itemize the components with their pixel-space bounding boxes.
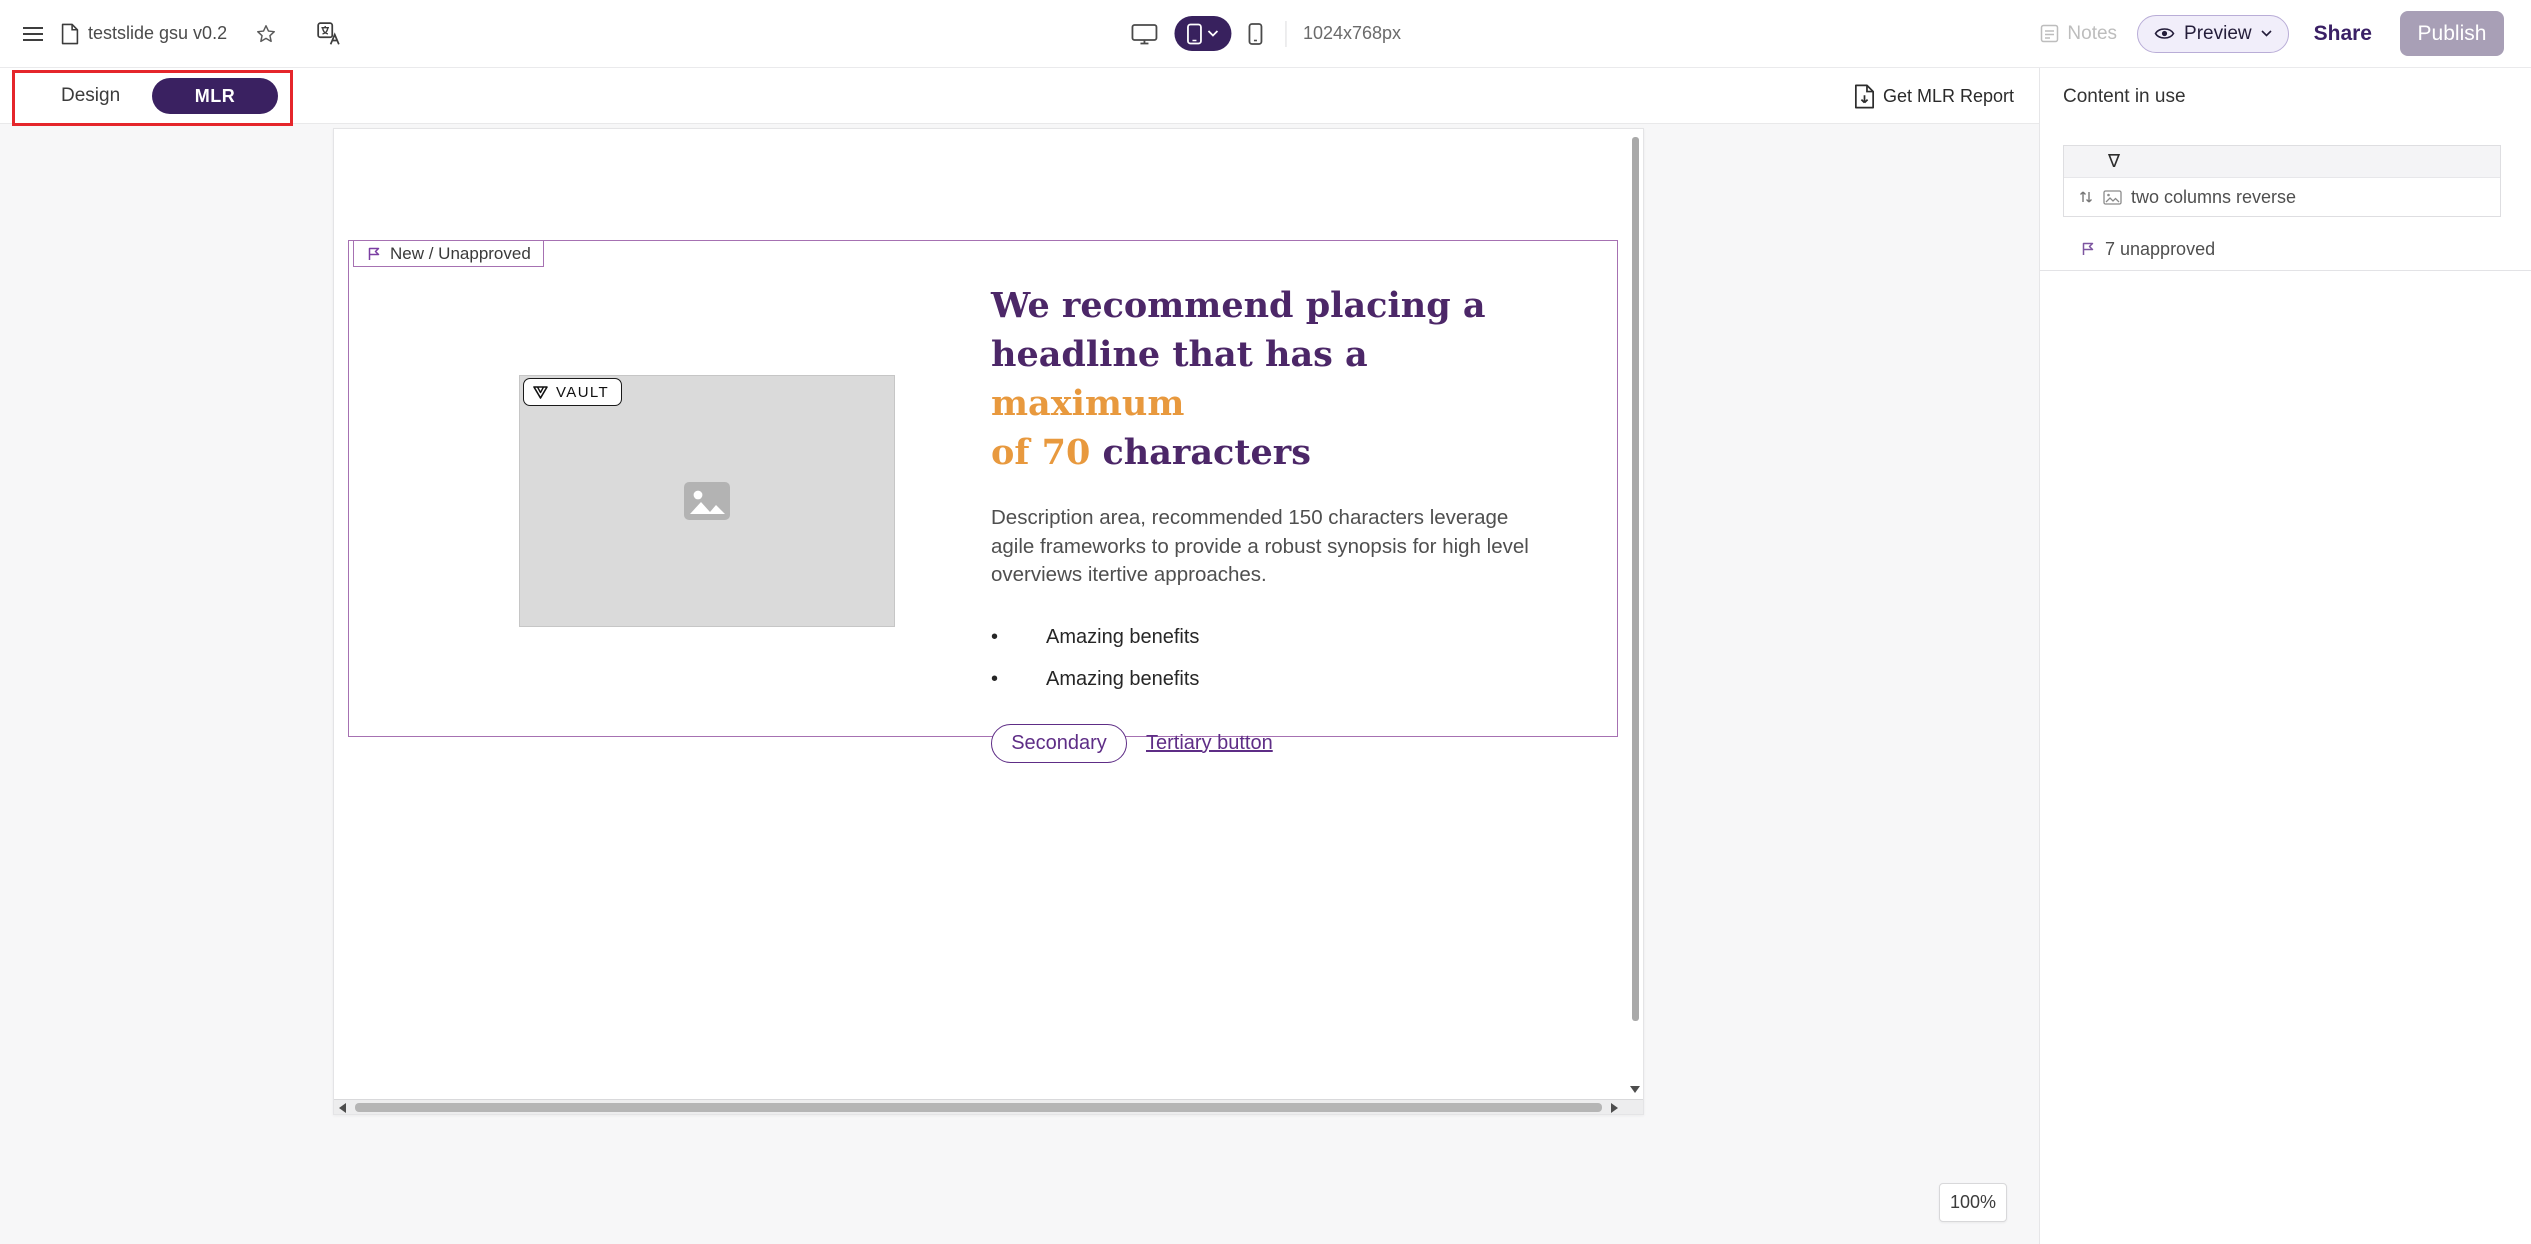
swap-vertical-icon [2078, 189, 2094, 205]
module-row[interactable]: two columns reverse [2064, 178, 2500, 216]
device-dimensions-label: 1024x768px [1303, 23, 1401, 44]
status-badge-label: New / Unapproved [390, 244, 531, 264]
image-placeholder[interactable]: VAULT [519, 375, 895, 627]
vault-tag[interactable]: VAULT [523, 378, 622, 406]
description-line: Description area, recommended 150 charac… [991, 504, 1561, 533]
headline-line: headline that has a maximum [991, 330, 1561, 428]
slide-text-column: We recommend placing a headline that has… [991, 281, 1561, 763]
topbar-left-group: testslide gsu v0.2 [21, 0, 342, 67]
headline-line: We recommend placing a [991, 281, 1561, 330]
scroll-down-arrow-icon[interactable] [1630, 1086, 1640, 1093]
page-title: testslide gsu v0.2 [88, 23, 227, 44]
chevron-down-icon [1207, 30, 1218, 37]
module-name-label: two columns reverse [2131, 187, 2296, 208]
preview-label: Preview [2184, 23, 2252, 45]
publish-button[interactable]: Publish [2400, 11, 2504, 56]
share-button[interactable]: Share [2314, 22, 2372, 46]
document-icon [61, 23, 79, 45]
slide-description[interactable]: Description area, recommended 150 charac… [991, 504, 1561, 590]
hamburger-menu-icon[interactable] [21, 24, 45, 44]
device-switcher: 1024x768px [1130, 0, 1401, 67]
divider [1285, 21, 1286, 47]
eye-icon [2154, 26, 2175, 41]
bullet-item: • Amazing benefits [991, 668, 1561, 691]
tertiary-button[interactable]: Tertiary button [1146, 732, 1273, 755]
topbar: testslide gsu v0.2 [0, 0, 2531, 68]
zoom-level-chip[interactable]: 100% [1939, 1183, 2007, 1222]
bullet-label: Amazing benefits [1046, 668, 1199, 691]
headline-line: of 70 characters [991, 428, 1561, 477]
notes-label: Notes [2067, 23, 2117, 45]
flag-icon [2080, 241, 2096, 257]
description-line: overviews itertive approaches. [991, 561, 1561, 590]
get-mlr-report-label: Get MLR Report [1883, 86, 2014, 107]
panel-heading: Content in use [2063, 86, 2186, 108]
bullet-label: Amazing benefits [1046, 626, 1199, 649]
image-icon [682, 480, 732, 522]
horizontal-scrollbar[interactable] [334, 1099, 1643, 1114]
tab-design[interactable]: Design [61, 68, 120, 124]
content-module-card: ∇ two columns reverse [2063, 145, 2501, 217]
get-mlr-report-button[interactable]: Get MLR Report [1854, 68, 2014, 124]
artboard[interactable]: New / Unapproved VAULT We recommend plac… [333, 128, 1644, 1115]
tablet-device-button[interactable] [1174, 16, 1231, 51]
subtoolbar: Design MLR Get MLR Report [0, 68, 2039, 124]
status-badge[interactable]: New / Unapproved [353, 240, 544, 267]
image-thumbnail-icon [2103, 190, 2122, 205]
flag-icon [366, 246, 382, 262]
mobile-device-icon[interactable] [1247, 22, 1263, 46]
bullet-glyph: • [991, 668, 1046, 691]
topbar-right-group: Notes Preview Share Publish [2040, 0, 2504, 67]
tablet-device-icon [1186, 23, 1202, 45]
slide-bullet-list[interactable]: • Amazing benefits • Amazing benefits [991, 626, 1561, 691]
vault-tag-label: VAULT [556, 384, 609, 401]
unapproved-row[interactable]: 7 unapproved [2040, 228, 2531, 271]
horizontal-scrollbar-thumb[interactable] [355, 1103, 1602, 1112]
vertical-scrollbar-thumb[interactable] [1632, 137, 1639, 1021]
canvas-area: New / Unapproved VAULT We recommend plac… [0, 124, 2039, 1244]
unapproved-label: 7 unapproved [2105, 239, 2215, 260]
notes-icon [2040, 24, 2059, 43]
scroll-left-arrow-icon[interactable] [339, 1103, 346, 1113]
scroll-right-arrow-icon[interactable] [1611, 1103, 1618, 1113]
bullet-item: • Amazing benefits [991, 626, 1561, 649]
description-line: agile frameworks to provide a robust syn… [991, 533, 1561, 562]
app-root: testslide gsu v0.2 [0, 0, 2531, 1244]
tab-mlr[interactable]: MLR [152, 78, 278, 114]
bullet-glyph: • [991, 626, 1046, 649]
translate-icon[interactable] [316, 21, 342, 47]
slide-headline[interactable]: We recommend placing a headline that has… [991, 281, 1561, 477]
preview-button[interactable]: Preview [2137, 15, 2289, 53]
slide-frame[interactable]: New / Unapproved VAULT We recommend plac… [348, 240, 1618, 737]
vault-logo-icon [533, 386, 548, 399]
chevron-down-icon [2261, 30, 2272, 37]
desktop-device-icon[interactable] [1130, 22, 1158, 46]
slide-button-row: Secondary Tertiary button [991, 724, 1561, 763]
secondary-button[interactable]: Secondary [991, 724, 1127, 763]
report-icon [1854, 84, 1875, 109]
notes-button[interactable]: Notes [2040, 23, 2117, 45]
content-in-use-panel: Content in use ∇ two columns reverse 7 u… [2039, 68, 2531, 1244]
vault-nabla-symbol: ∇ [2108, 151, 2120, 172]
favorite-star-icon[interactable] [255, 23, 277, 45]
module-header-row[interactable]: ∇ [2064, 146, 2500, 178]
